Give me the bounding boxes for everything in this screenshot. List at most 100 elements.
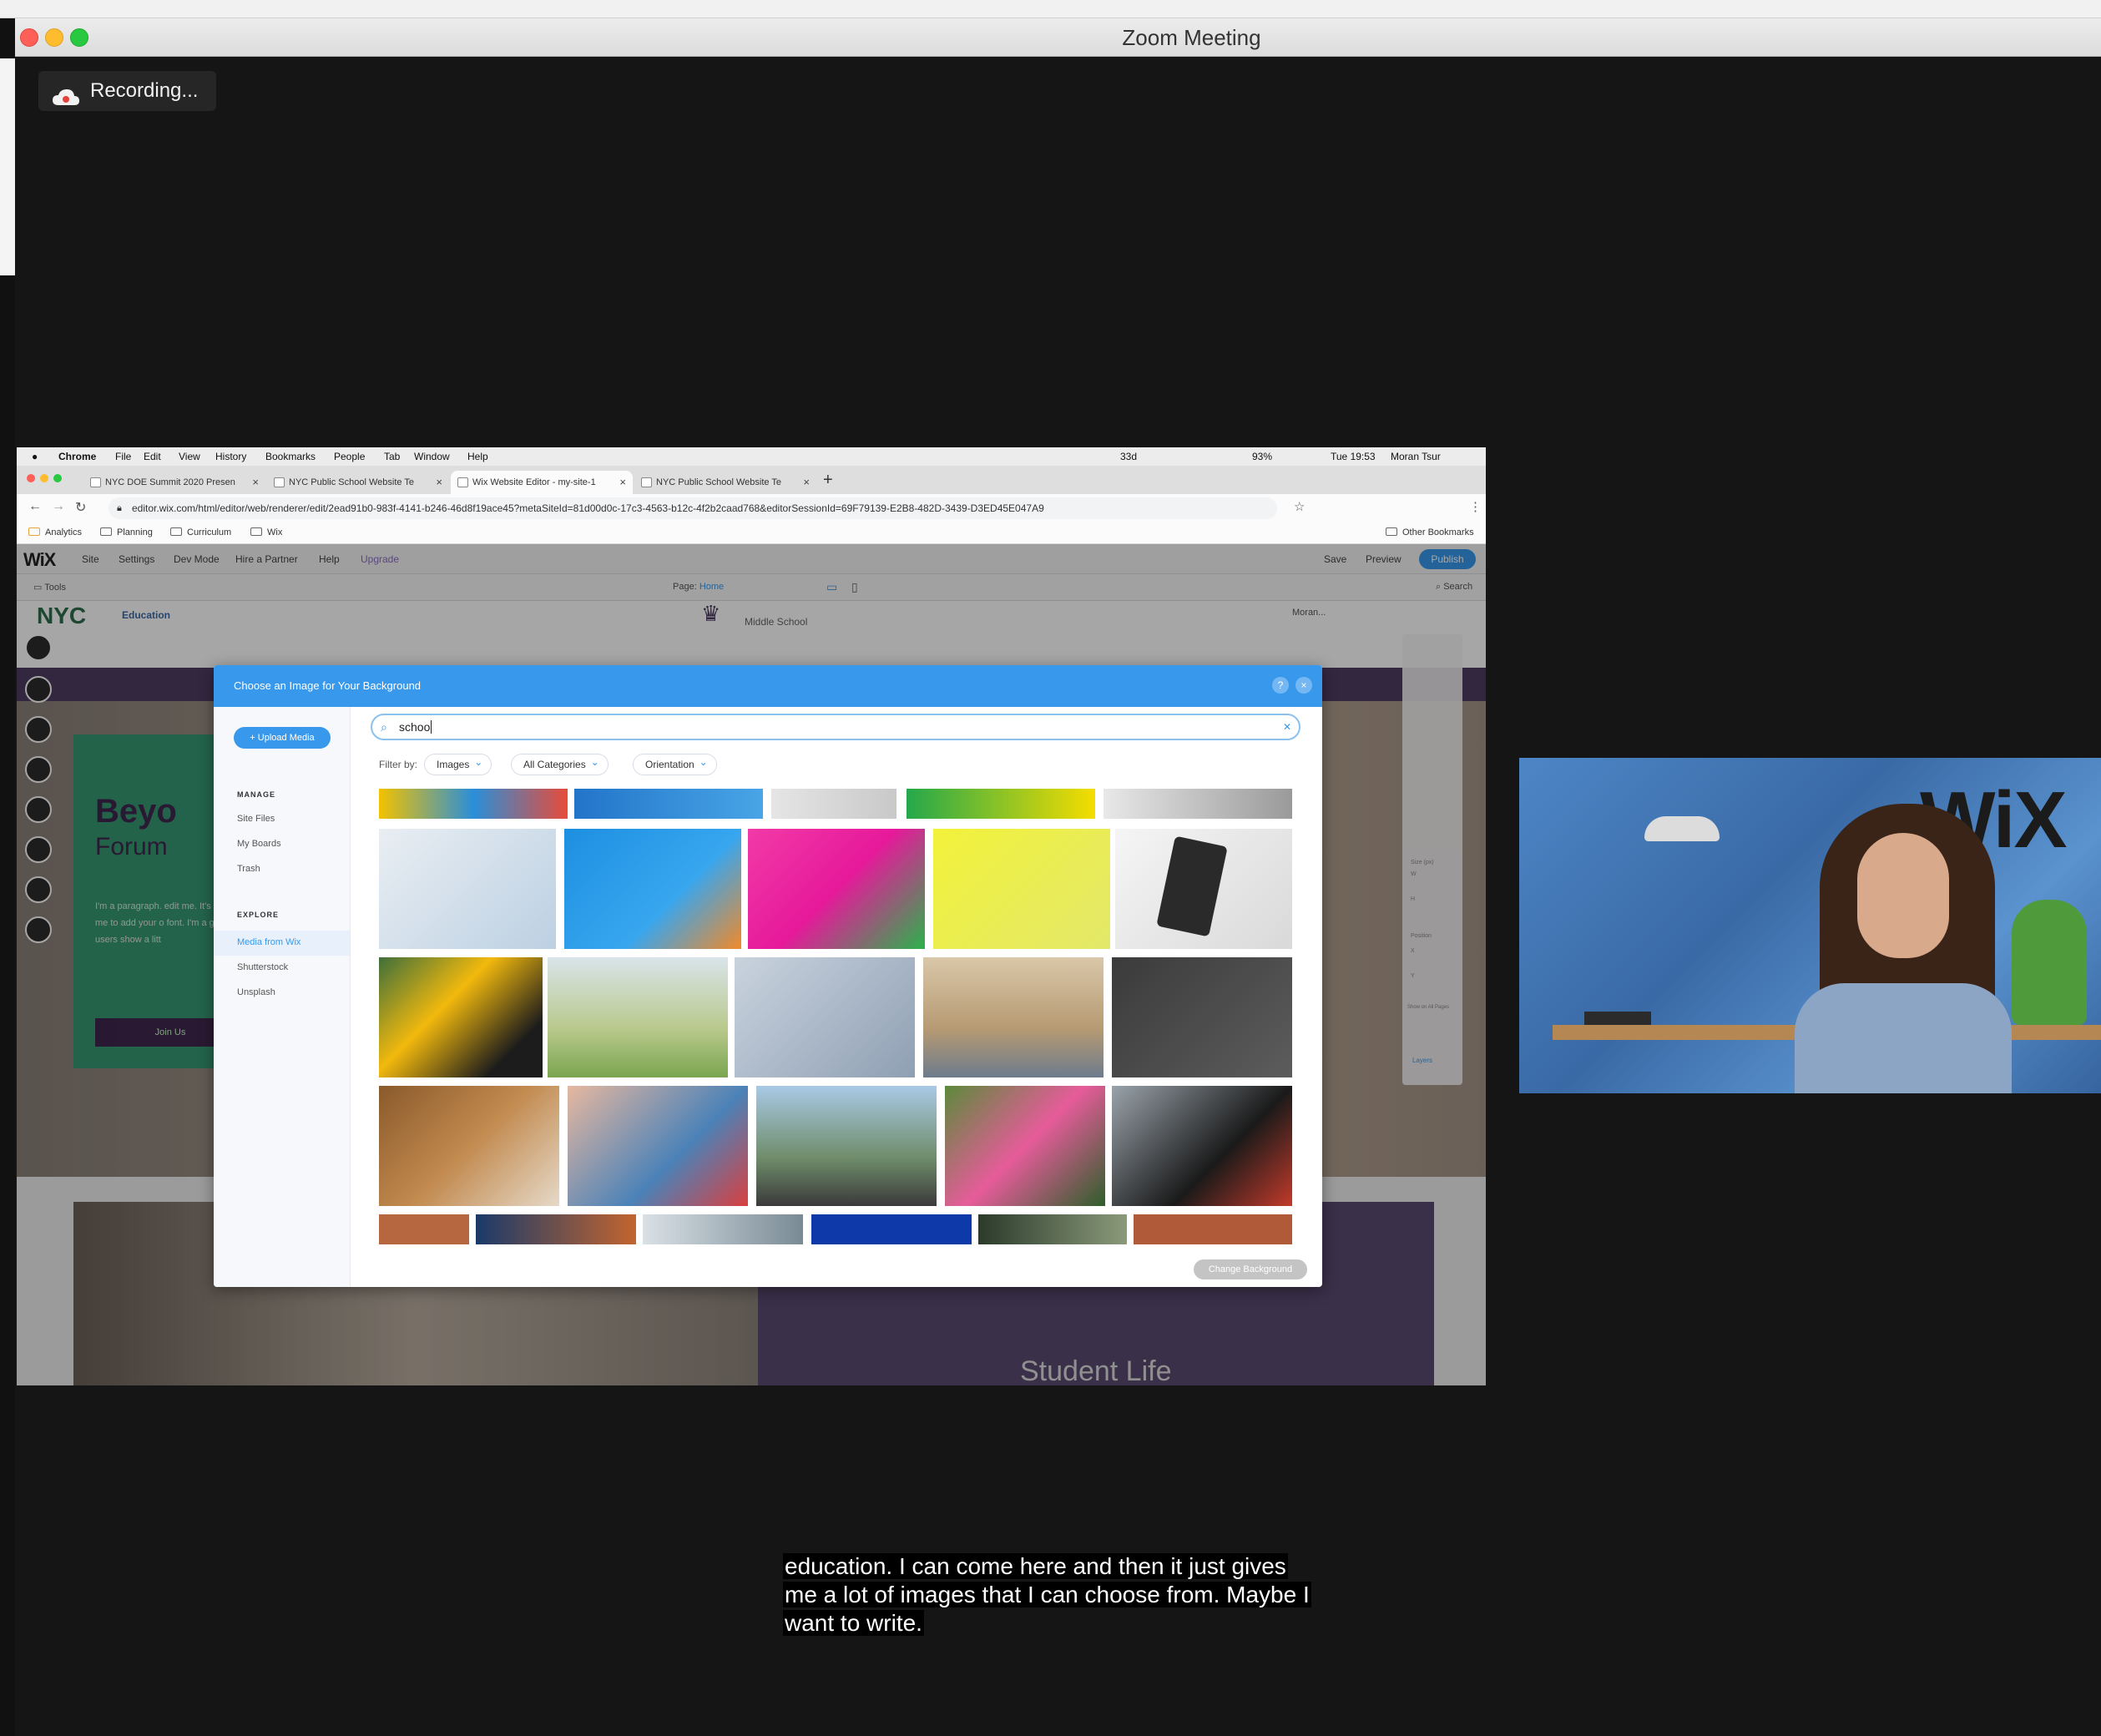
sidebar-item-trash[interactable]: Trash	[237, 864, 260, 874]
filter-images-dropdown[interactable]: Images	[424, 752, 492, 775]
image-thumbnail[interactable]	[1115, 829, 1292, 949]
upload-media-button[interactable]: + Upload Media	[234, 727, 331, 749]
image-thumbnail[interactable]	[379, 789, 568, 819]
image-thumbnail[interactable]	[1112, 957, 1292, 1077]
browser-close-dot[interactable]	[27, 474, 35, 482]
battery-status[interactable]: 93%	[1252, 451, 1272, 462]
bookmark-wix[interactable]: Wix	[250, 527, 282, 537]
image-thumbnail[interactable]	[379, 1214, 469, 1244]
caption-line: education. I can come here and then it j…	[783, 1553, 1288, 1579]
sidebar-item-site-files[interactable]: Site Files	[237, 814, 275, 824]
clear-search-icon[interactable]: ✕	[1280, 720, 1294, 734]
dialog-header: Choose an Image for Your Background ? ×	[214, 665, 1322, 707]
bookmark-label: Wix	[267, 527, 283, 537]
image-thumbnail[interactable]	[933, 829, 1110, 949]
image-thumbnail[interactable]	[735, 957, 915, 1077]
manage-heading: MANAGE	[237, 790, 275, 799]
help-icon[interactable]: ?	[1272, 677, 1289, 694]
tab-close-icon[interactable]: ×	[436, 471, 442, 494]
image-thumbnail[interactable]	[1112, 1086, 1292, 1206]
filter-categories-dropdown[interactable]: All Categories	[511, 752, 609, 775]
image-thumbnail[interactable]	[548, 957, 728, 1077]
sidebar-item-my-boards[interactable]: My Boards	[237, 839, 281, 849]
menu-help[interactable]: Help	[467, 451, 488, 462]
new-tab-button[interactable]: +	[823, 471, 833, 490]
bookmark-curriculum[interactable]: Curriculum	[170, 527, 231, 537]
cactus-shape	[2012, 900, 2087, 1025]
filter-orientation-dropdown[interactable]: Orientation	[633, 752, 717, 775]
lamp-shape	[1644, 816, 1720, 841]
image-thumbnail[interactable]	[923, 957, 1104, 1077]
menubar-clock[interactable]: Tue 19:53	[1331, 451, 1376, 462]
menu-people[interactable]: People	[334, 451, 365, 462]
change-background-button[interactable]: Change Background	[1194, 1259, 1307, 1279]
menu-view[interactable]: View	[179, 451, 200, 462]
chrome-tab-strip: NYC DOE Summit 2020 Presen × NYC Public S…	[17, 466, 1486, 494]
participant-video[interactable]: WiX	[1519, 758, 2101, 1093]
tab-nyc-doe-summit[interactable]: NYC DOE Summit 2020 Presen ×	[83, 471, 265, 494]
menu-tab[interactable]: Tab	[384, 451, 400, 462]
url-text: editor.wix.com/html/editor/web/renderer/…	[132, 502, 1044, 514]
tab-label: NYC Public School Website Te	[656, 477, 781, 487]
other-bookmarks[interactable]: Other Bookmarks	[1386, 527, 1474, 537]
image-thumbnail[interactable]	[756, 1086, 937, 1206]
close-icon[interactable]: ×	[1295, 677, 1312, 694]
back-arrow-icon[interactable]: ←	[28, 499, 42, 514]
media-search-input[interactable]: ⌕ schoo	[371, 714, 1300, 740]
image-thumbnail[interactable]	[1104, 789, 1292, 819]
image-thumbnail[interactable]	[379, 1086, 559, 1206]
book-shape	[1584, 1012, 1651, 1025]
desktop-top-strip	[0, 0, 2101, 18]
participant-face	[1857, 833, 1949, 958]
apple-menu-icon[interactable]: ●	[32, 451, 38, 462]
image-thumbnail[interactable]	[907, 789, 1095, 819]
image-thumbnail[interactable]	[945, 1086, 1105, 1206]
image-thumbnail[interactable]	[771, 789, 896, 819]
image-thumbnail[interactable]	[574, 789, 763, 819]
image-thumbnail[interactable]	[568, 1086, 748, 1206]
tab-close-icon[interactable]: ×	[803, 471, 810, 494]
sidebar-item-media-from-wix[interactable]: Media from Wix	[237, 937, 301, 947]
star-icon[interactable]: ☆	[1294, 499, 1305, 514]
image-thumbnail[interactable]	[476, 1214, 636, 1244]
bookmark-planning[interactable]: Planning	[100, 527, 153, 537]
menu-file[interactable]: File	[115, 451, 131, 462]
image-thumbnail[interactable]	[748, 829, 925, 949]
calculator-image-detail	[1156, 835, 1228, 937]
sidebar-item-shutterstock[interactable]: Shutterstock	[237, 962, 288, 972]
browser-minimize-dot[interactable]	[40, 474, 48, 482]
menu-history[interactable]: History	[215, 451, 246, 462]
image-thumbnail[interactable]	[564, 829, 741, 949]
tab-close-icon[interactable]: ×	[619, 471, 626, 494]
tab-label: NYC Public School Website Te	[289, 477, 414, 487]
bookmark-label: Analytics	[45, 527, 83, 537]
chrome-menu-icon[interactable]: ⋮	[1469, 499, 1482, 514]
folder-icon	[250, 527, 262, 536]
recording-indicator[interactable]: Recording...	[38, 71, 217, 111]
image-thumbnail[interactable]	[978, 1214, 1127, 1244]
image-thumbnail[interactable]	[811, 1214, 972, 1244]
tab-nyc-public-school-1[interactable]: NYC Public School Website Te ×	[267, 471, 449, 494]
menu-edit[interactable]: Edit	[144, 451, 161, 462]
forward-arrow-icon[interactable]: →	[52, 499, 65, 514]
address-bar[interactable]: 🔒︎ editor.wix.com/html/editor/web/render…	[109, 497, 1277, 519]
image-thumbnail[interactable]	[1134, 1214, 1292, 1244]
menu-chrome[interactable]: Chrome	[58, 451, 96, 462]
battery-cycles-status[interactable]: 33d	[1120, 451, 1137, 462]
menubar-user[interactable]: Moran Tsur	[1391, 451, 1441, 462]
image-thumbnail[interactable]	[379, 957, 543, 1077]
menu-window[interactable]: Window	[414, 451, 450, 462]
bookmark-analytics[interactable]: Analytics	[28, 527, 82, 537]
chrome-toolbar: ← → ↻ 🔒︎ editor.wix.com/html/editor/web/…	[17, 494, 1486, 522]
participant-body	[1795, 983, 2012, 1093]
menu-bookmarks[interactable]: Bookmarks	[265, 451, 316, 462]
image-thumbnail[interactable]	[643, 1214, 803, 1244]
browser-zoom-dot[interactable]	[53, 474, 62, 482]
tab-nyc-public-school-2[interactable]: NYC Public School Website Te ×	[634, 471, 816, 494]
sidebar-item-unsplash[interactable]: Unsplash	[237, 987, 275, 997]
tab-close-icon[interactable]: ×	[252, 471, 259, 494]
explore-heading: EXPLORE	[237, 911, 280, 919]
image-thumbnail[interactable]	[379, 829, 556, 949]
tab-wix-editor[interactable]: Wix Website Editor - my-site-1 ×	[451, 471, 633, 494]
reload-icon[interactable]: ↻	[75, 499, 86, 516]
